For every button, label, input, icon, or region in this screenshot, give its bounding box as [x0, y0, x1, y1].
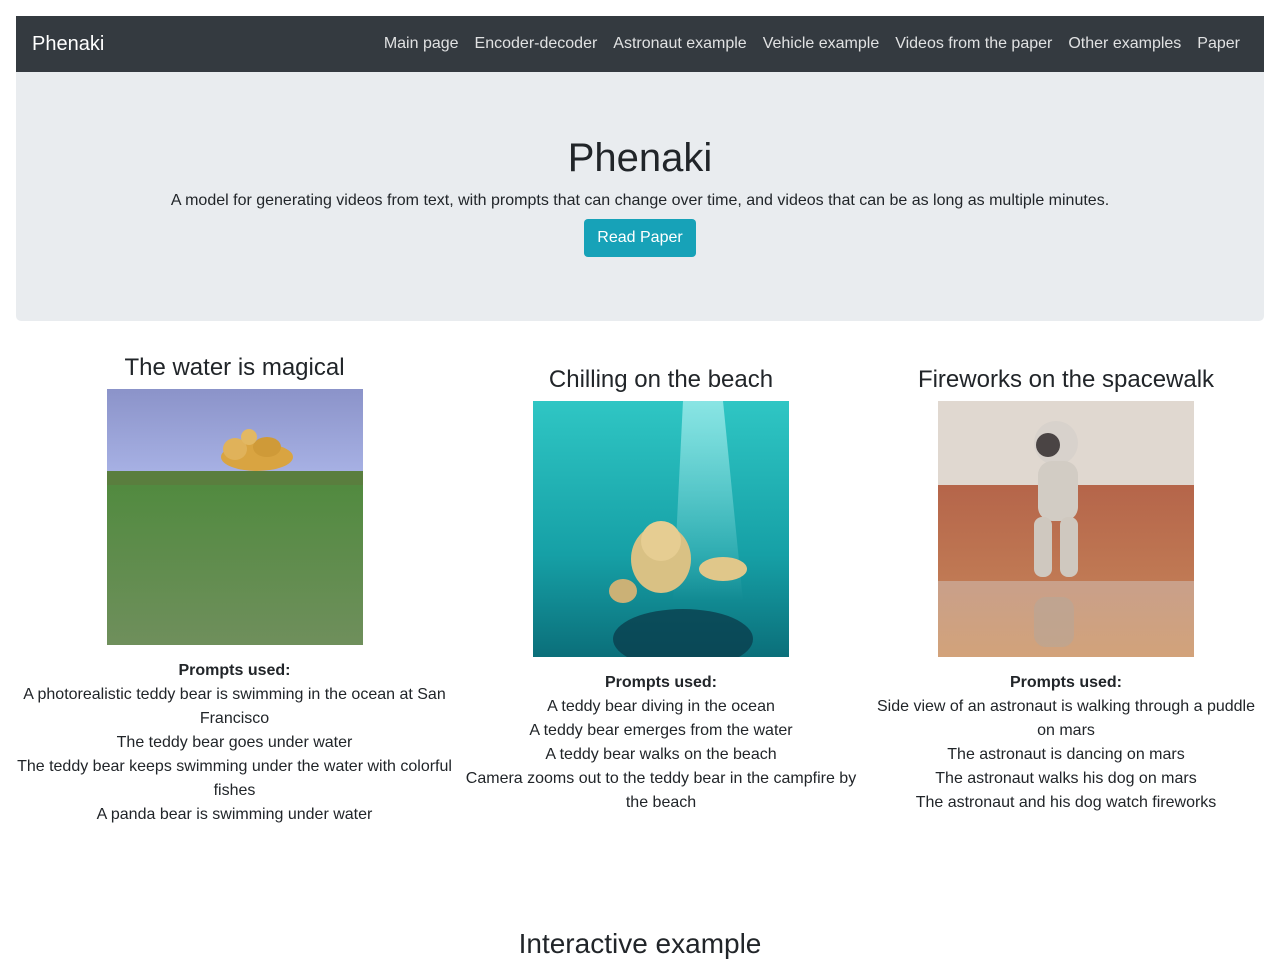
- hero-title: Phenaki: [567, 136, 713, 180]
- prompt-item: Side view of an astronaut is walking thr…: [876, 698, 1255, 739]
- read-paper-button[interactable]: Read Paper: [584, 219, 696, 257]
- section-title-interactive: Interactive example: [518, 928, 762, 959]
- prompt-item: A panda bear is swimming under water: [96, 806, 373, 823]
- prompt-item: The astronaut walks his dog on mars: [935, 770, 1197, 787]
- nav-link-encoder-decoder[interactable]: Encoder-decoder: [475, 35, 598, 53]
- nav-links: Main page Encoder-decoder Astronaut exam…: [384, 35, 1240, 53]
- example-video-thumbnail[interactable]: [106, 389, 363, 645]
- prompts-label: Prompts used:: [178, 662, 291, 679]
- nav-link-vehicle-example[interactable]: Vehicle example: [763, 35, 880, 53]
- prompts-label: Prompts used:: [604, 674, 717, 691]
- hero-subtitle: A model for generating videos from text,…: [170, 192, 1110, 209]
- prompts-list: Prompts used: A teddy bear diving in the…: [461, 671, 861, 815]
- example-title: Fireworks on the spacewalk: [917, 366, 1215, 393]
- example-video-thumbnail[interactable]: [938, 401, 1194, 657]
- example-card-water-magical: The water is magical Prompts used: A pho…: [16, 353, 453, 827]
- example-card-chilling-beach: Chilling on the beach Prompts used: A te…: [461, 365, 861, 815]
- example-title: Chilling on the beach: [548, 366, 774, 393]
- prompt-item: The astronaut is dancing on mars: [947, 746, 1185, 763]
- nav-link-astronaut-example[interactable]: Astronaut example: [613, 35, 746, 53]
- prompt-item: Camera zooms out to the teddy bear in th…: [465, 770, 857, 811]
- nav-link-paper[interactable]: Paper: [1197, 35, 1240, 53]
- prompt-item: A teddy bear diving in the ocean: [547, 698, 775, 715]
- example-card-fireworks-spacewalk: Fireworks on the spacewalk Prompts used:…: [868, 365, 1264, 815]
- prompts-list: Prompts used: Side view of an astronaut …: [868, 671, 1264, 815]
- nav-link-main-page[interactable]: Main page: [384, 35, 459, 53]
- example-title: The water is magical: [124, 354, 345, 381]
- prompt-item: The teddy bear keeps swimming under the …: [17, 758, 452, 799]
- hero-jumbotron: Phenaki A model for generating videos fr…: [16, 72, 1264, 321]
- nav-link-other-examples[interactable]: Other examples: [1068, 35, 1181, 53]
- prompt-item: A teddy bear emerges from the water: [529, 722, 793, 739]
- top-navbar: Phenaki Main page Encoder-decoder Astron…: [16, 16, 1264, 72]
- prompt-item: The astronaut and his dog watch firework…: [915, 794, 1217, 811]
- prompts-label: Prompts used:: [1009, 674, 1122, 691]
- nav-link-videos-from-paper[interactable]: Videos from the paper: [895, 35, 1052, 53]
- brand-link[interactable]: Phenaki: [32, 33, 104, 56]
- prompts-list: Prompts used: A photorealistic teddy bea…: [16, 659, 453, 827]
- prompt-item: A photorealistic teddy bear is swimming …: [23, 686, 446, 727]
- example-video-thumbnail[interactable]: [533, 401, 789, 657]
- prompt-item: A teddy bear walks on the beach: [545, 746, 777, 763]
- prompt-item: The teddy bear goes under water: [116, 734, 353, 751]
